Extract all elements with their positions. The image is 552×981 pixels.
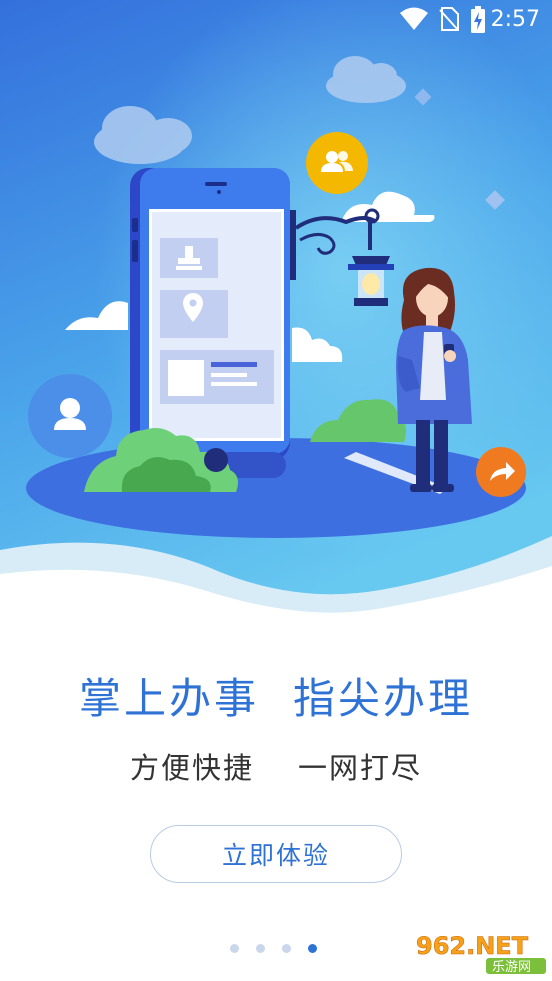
share-icon [476,447,526,497]
page-indicator [230,942,317,954]
wifi-icon [399,6,429,36]
page-dot-active[interactable] [308,943,317,953]
headline: 掌上办事 指尖办理 [0,665,552,726]
try-now-button[interactable]: 立即体验 [150,825,402,883]
watermark-text-top: 962.NET [416,932,529,960]
no-sim-icon [438,6,460,36]
page-dot[interactable] [282,943,291,953]
headline-part1: 掌上办事 [78,674,259,723]
subline-part2: 一网打尽 [298,751,423,785]
user-icon [28,374,112,458]
watermark-text-bottom: 乐游网 [492,960,531,975]
page-dot[interactable] [256,943,265,953]
watermark-logo: 962.NET 乐游网 [412,930,548,976]
status-bar: 2:57 [0,0,552,40]
status-time: 2:57 [490,7,540,32]
subline: 方便快捷 一网打尽 [0,745,552,787]
try-now-label: 立即体验 [221,841,330,870]
headline-part2: 指尖办理 [293,674,474,723]
page-dot[interactable] [230,943,239,953]
hero-illustration [0,0,552,640]
subline-part1: 方便快捷 [129,751,254,785]
battery-charging-icon [470,6,486,38]
app-screen: 2:57 掌上办事 指尖办理 方便快捷 一网打尽 立即体验 962.NET 乐游网 [0,0,552,981]
user-group-icon [306,132,368,194]
